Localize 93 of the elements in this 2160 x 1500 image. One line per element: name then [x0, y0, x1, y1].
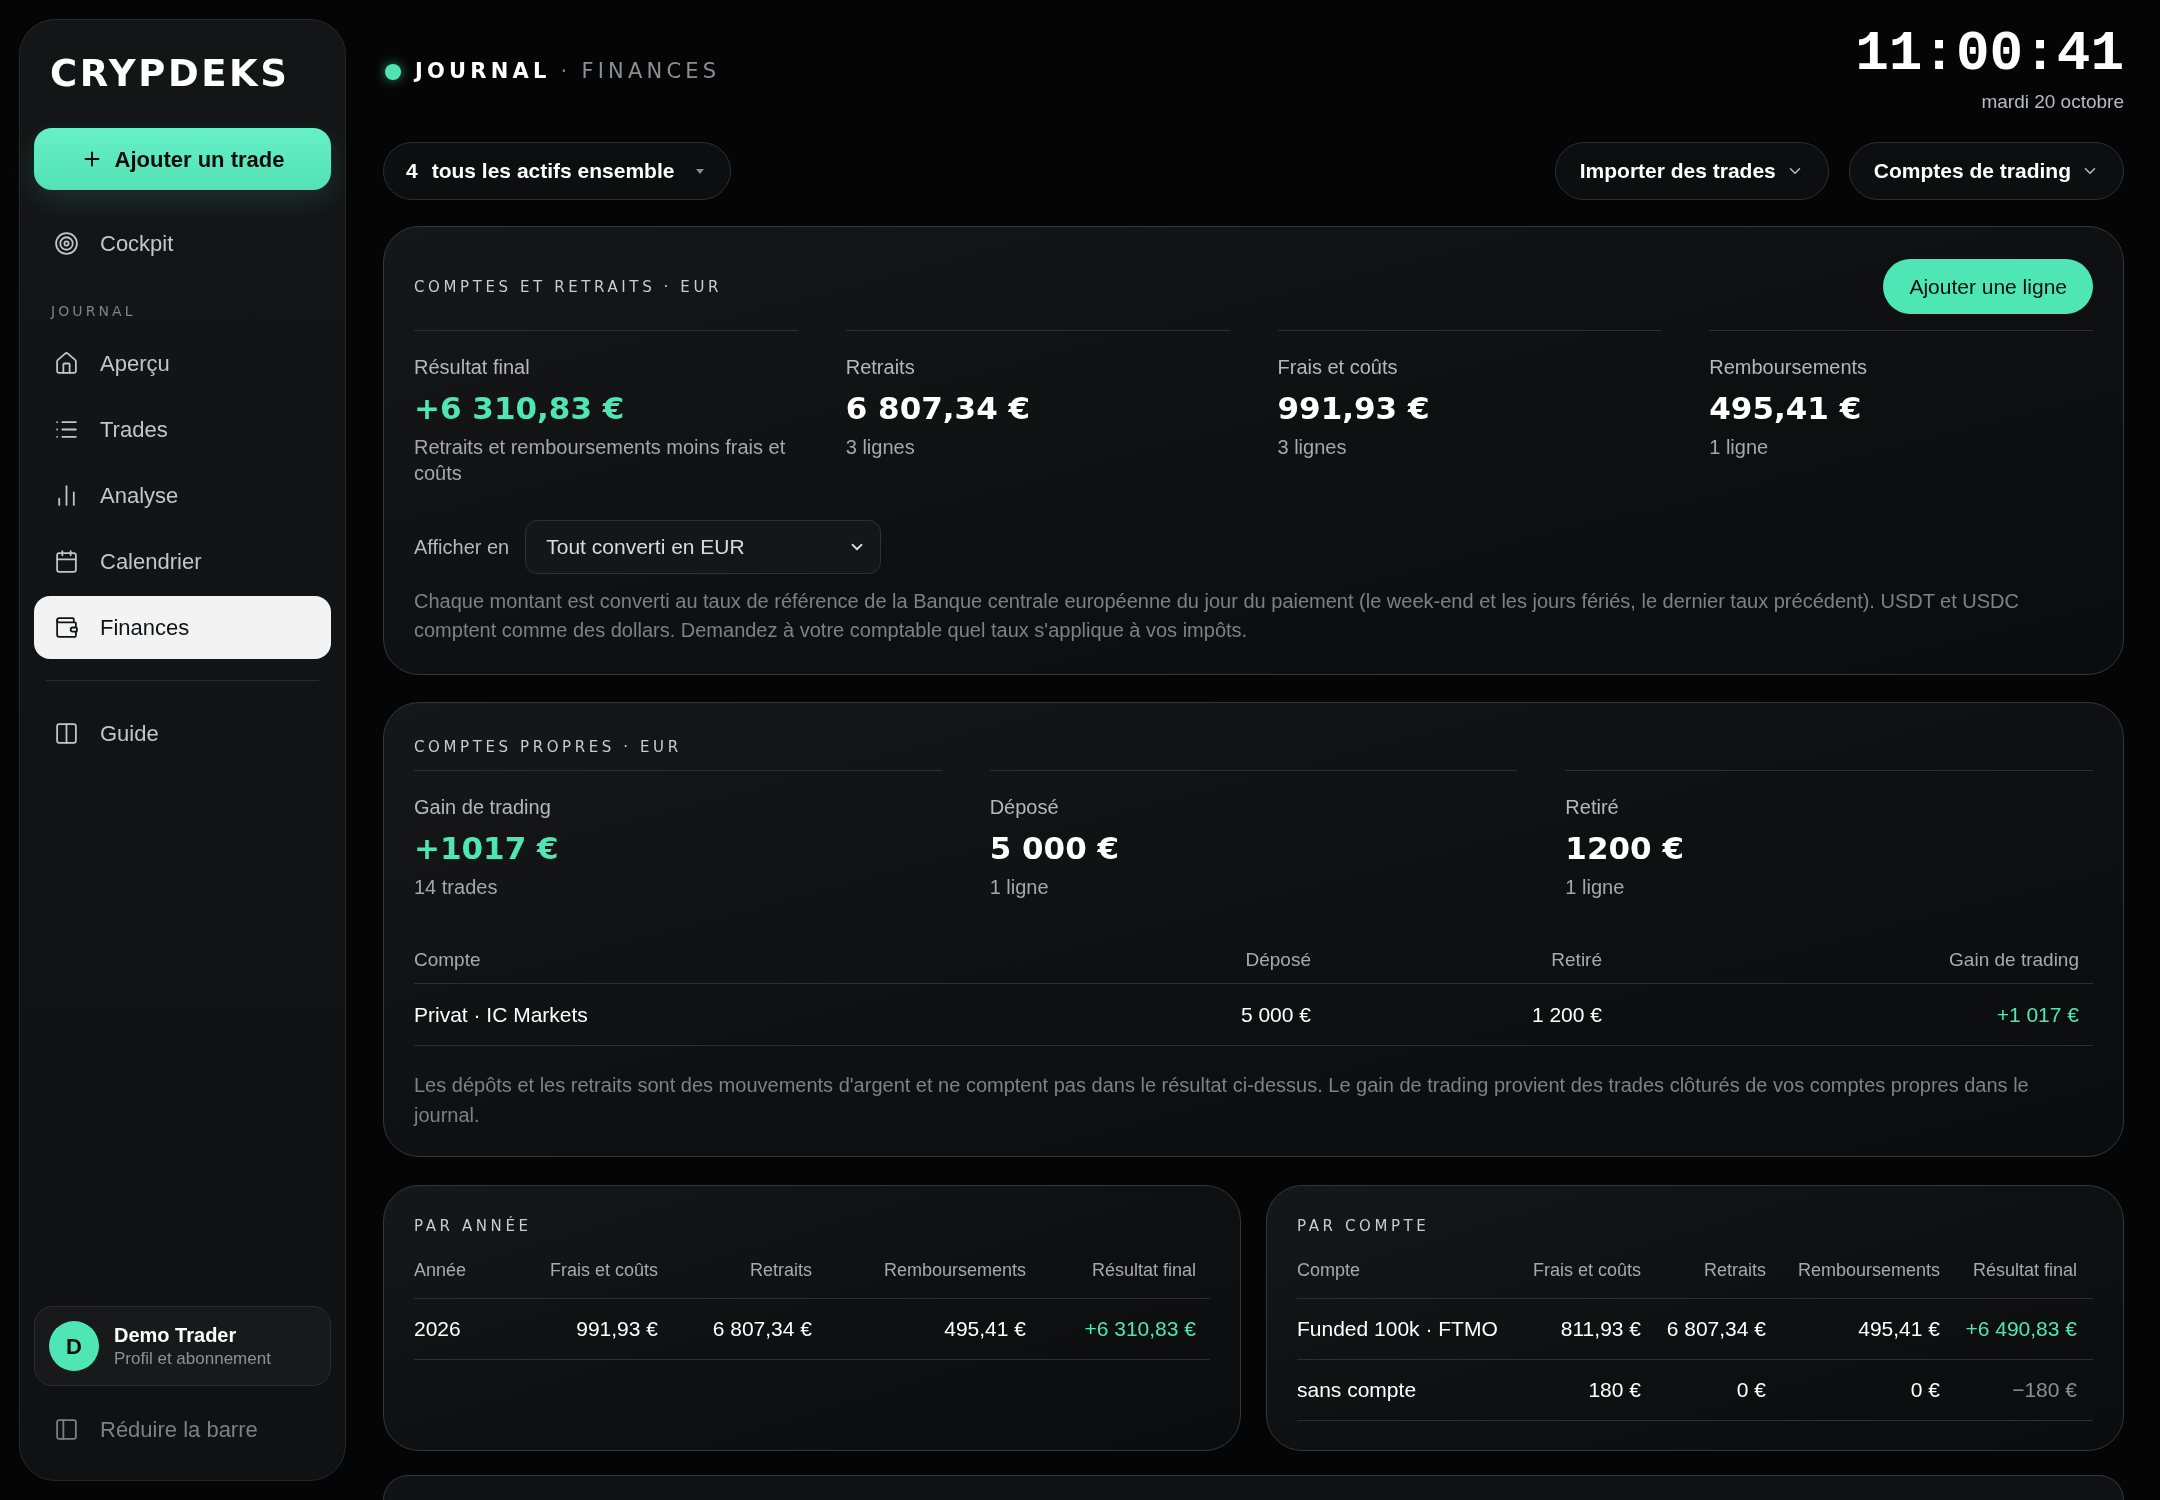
add-row-button[interactable]: Ajouter une ligne [1883, 259, 2093, 314]
section-label: JOURNAL [51, 302, 136, 321]
stat-value: 991,93 € [1277, 389, 1430, 428]
table-cell-text: 6 807,34 € [1666, 1316, 1766, 1343]
user-avatar: D [49, 1321, 99, 1371]
column-header: Frais et coûts [549, 1259, 658, 1282]
field-label: Afficher en [414, 535, 510, 560]
clock: 11:00:41 [1855, 26, 2124, 82]
section-title: PAR ANNÉE [414, 1215, 532, 1237]
table-cell-text: 991,93 € [576, 1316, 658, 1343]
stat-label: Retraits [845, 355, 916, 380]
stat-note: Retraits et remboursements moins frais et coûts [414, 435, 787, 486]
table-cell-text: sans compte [1297, 1377, 1417, 1404]
column-header: Résultat final [1091, 1259, 1196, 1282]
stat-note: 3 lignes [1277, 435, 1348, 460]
collapse-sidebar-button[interactable]: Réduire la barre [34, 1404, 331, 1454]
sidebar-item[interactable]: Calendrier [34, 530, 331, 593]
add-trade-button[interactable]: Ajouter un trade [34, 128, 331, 190]
section-title: COMPTES PROPRES · EUR [414, 737, 682, 758]
user-subtitle: Profil et abonnement [114, 1348, 271, 1370]
stat-label: Résultat final [414, 355, 531, 380]
target-icon [54, 231, 79, 256]
stat-note: 1 ligne [989, 875, 1050, 900]
house-icon [54, 351, 79, 376]
breadcrumb-separator: · [560, 58, 572, 86]
section-title: PAR COMPTE [1297, 1216, 1430, 1237]
column-header: Compte [414, 948, 481, 972]
table-cell-text: 0 € [1910, 1377, 1940, 1404]
display-select[interactable]: Tout converti en EUR [525, 520, 882, 574]
columns-icon [54, 721, 79, 746]
sidebar-item[interactable]: Cockpit [34, 212, 331, 275]
stat-label: Retiré [1565, 795, 1620, 820]
column-header: Remboursements [883, 1259, 1026, 1282]
column-header: Retraits [750, 1259, 812, 1282]
column-header: Retraits [1704, 1259, 1766, 1282]
table-cell-text: 180 € [1588, 1377, 1641, 1404]
asset-filter-button[interactable]: 4 tous les actifs ensemble [383, 142, 732, 200]
column-header: Frais et coûts [1532, 1259, 1641, 1282]
user-name: Demo Trader [114, 1323, 238, 1348]
column-header: Déposé [1245, 948, 1311, 972]
column-header: Compte [1297, 1259, 1361, 1282]
stat-label: Gain de trading [414, 795, 552, 820]
date-label: mardi 20 octobre [1981, 90, 2124, 114]
table-cell-text: 2026 [414, 1316, 461, 1343]
table-cell-text: +6 310,83 € [1084, 1316, 1196, 1343]
sidebar-item[interactable]: Finances [34, 596, 331, 659]
column-header: Année [414, 1259, 467, 1282]
sidebar-item[interactable]: Analyse [34, 464, 331, 527]
column-header: Remboursements [1797, 1259, 1940, 1282]
info-note: Chaque montant est converti au taux de référence de la Banque centrale européenne du jour du paiement (le week-end et les jours fériés, le dernier taux précédent). USDT et USDC comptent comme des dollars. Demandez à votre comptable quel taux s'applique à vos impôts. [414, 589, 2020, 643]
sidebar-item[interactable]: Aperçu [34, 332, 331, 395]
stat-note: 14 trades [414, 875, 499, 900]
table-cell-text: Funded 100k · FTMO [1297, 1316, 1498, 1343]
stat-label: Déposé [989, 795, 1060, 820]
table-cell-text: +1 017 € [1996, 1001, 2079, 1028]
page-title: FINANCES [581, 58, 721, 86]
table-cell-text: Privat · IC Markets [414, 1001, 588, 1028]
logo: CRYPDEKS [50, 51, 290, 97]
table-cell-text: 0 € [1736, 1377, 1766, 1404]
stat-value: 1200 € [1565, 829, 1684, 868]
table-cell-text: 6 807,34 € [712, 1316, 812, 1343]
dropdown-button[interactable]: Comptes de trading [1848, 142, 2124, 200]
stat-label: Remboursements [1709, 355, 1869, 380]
wallet-icon [54, 615, 79, 640]
sidebar-item[interactable]: Guide [34, 702, 331, 765]
profile-card[interactable]: D Demo Trader Profil et abonnement [34, 1306, 331, 1386]
breadcrumb-section: JOURNAL [415, 56, 551, 88]
table-cell-text: −180 € [2012, 1377, 2077, 1404]
stat-note: 1 ligne [1565, 875, 1626, 900]
column-header: Retiré [1551, 948, 1602, 972]
section-title: COMPTES ET RETRAITS · EUR [414, 276, 723, 298]
column-header: Gain de trading [1949, 948, 2079, 972]
table-cell-text: 811,93 € [1560, 1316, 1641, 1343]
stat-value: +1017 € [414, 829, 559, 868]
table-cell-text: 495,41 € [944, 1316, 1026, 1343]
stat-value: 6 807,34 € [845, 389, 1031, 428]
stat-value: 5 000 € [989, 829, 1120, 868]
stat-note: 1 ligne [1709, 435, 1770, 460]
stat-note: 3 lignes [845, 435, 916, 460]
stat-label: Frais et coûts [1277, 355, 1399, 380]
info-note: Les dépôts et les retraits sont des mouvements d'argent et ne comptent pas dans le résultat ci-dessus. Le gain de trading provient des trades clôturés de vos comptes propres dans le journal. [414, 1073, 2030, 1128]
dropdown-button[interactable]: Importer des trades [1554, 142, 1829, 200]
column-header: Résultat final [1972, 1259, 2077, 1282]
sidebar-item[interactable]: Trades [34, 398, 331, 461]
stat-value: 495,41 € [1709, 389, 1862, 428]
stat-value: +6 310,83 € [414, 389, 625, 428]
calendar-icon [54, 549, 79, 574]
caret-down-icon [696, 168, 705, 174]
table-cell-text: +6 490,83 € [1965, 1316, 2077, 1343]
sidebar-panel-icon [54, 1416, 79, 1442]
table-cell-text: 1 200 € [1531, 1001, 1602, 1028]
table-cell-text: 5 000 € [1240, 1001, 1311, 1028]
table-cell-text: 495,41 € [1858, 1316, 1940, 1343]
